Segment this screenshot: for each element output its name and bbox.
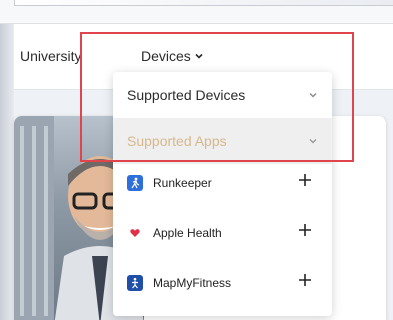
devices-dropdown: Supported Devices Supported Apps Runkeep… [113,72,332,316]
runkeeper-icon [127,175,143,191]
mapmyfitness-icon [127,275,143,291]
app-item-apple-health[interactable]: Apple Health [113,208,332,258]
supported-devices-item[interactable]: Supported Devices [113,72,332,118]
plus-icon[interactable] [298,223,312,237]
app-name: Runkeeper [153,176,212,190]
app-name: Apple Health [153,226,222,240]
nav-devices-label: Devices [141,48,191,64]
nav-devices-menu[interactable]: Devices [141,48,204,64]
chevron-down-icon [309,139,317,144]
plus-icon[interactable] [298,273,312,287]
left-edge-shadow [0,24,14,320]
chevron-down-icon [195,53,203,59]
chevron-down-icon [309,93,317,98]
supported-devices-label: Supported Devices [127,87,246,103]
app-name: MapMyFitness [153,276,232,290]
app-item-mapmyfitness[interactable]: MapMyFitness [113,258,332,308]
plus-icon[interactable] [298,173,312,187]
supported-apps-label: Supported Apps [127,133,227,149]
nav-university-link[interactable]: University [20,48,81,64]
heart-icon [127,225,143,241]
scrollbar-track[interactable] [14,0,393,6]
top-strip [0,0,393,24]
app-item-runkeeper[interactable]: Runkeeper [113,158,332,208]
